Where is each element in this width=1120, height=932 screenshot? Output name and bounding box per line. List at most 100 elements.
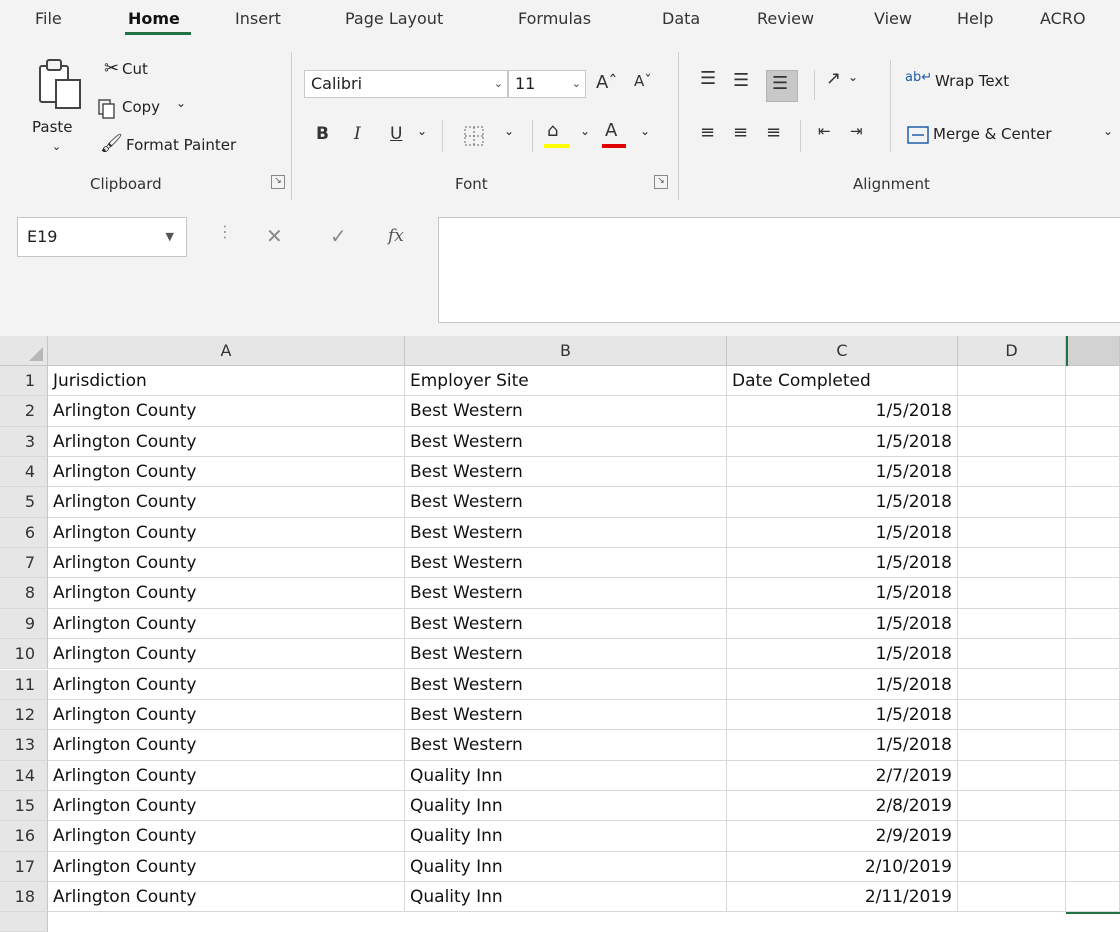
tab-formulas[interactable]: Formulas xyxy=(518,9,591,28)
cell-empty[interactable] xyxy=(958,639,1066,670)
cell-employer-site[interactable]: Best Western xyxy=(405,487,727,518)
cell-employer-site[interactable]: Quality Inn xyxy=(405,821,727,852)
cell-empty[interactable] xyxy=(1066,487,1120,518)
row-header[interactable]: 10 xyxy=(0,639,48,670)
column-header-e[interactable] xyxy=(1066,336,1120,366)
select-all-button[interactable] xyxy=(0,336,48,366)
cell-date-completed[interactable]: 1/5/2018 xyxy=(727,639,958,670)
cell-employer-site[interactable]: Best Western xyxy=(405,608,727,640)
cell-empty[interactable] xyxy=(958,608,1066,640)
borders-icon[interactable] xyxy=(464,126,484,146)
row-header[interactable]: 12 xyxy=(0,699,48,731)
cell-jurisdiction[interactable]: Arlington County xyxy=(48,426,405,458)
chevron-down-icon[interactable]: ⌄ xyxy=(640,124,650,138)
cell-jurisdiction[interactable]: Arlington County xyxy=(48,639,405,670)
cell-employer-site[interactable]: Best Western xyxy=(405,396,727,427)
row-header[interactable] xyxy=(0,912,48,932)
cell-jurisdiction[interactable]: Arlington County xyxy=(48,487,405,518)
row-header[interactable]: 14 xyxy=(0,760,48,791)
cell-empty[interactable] xyxy=(958,487,1066,518)
cell-employer-site[interactable]: Employer Site xyxy=(405,366,727,397)
column-header-d[interactable]: D xyxy=(958,336,1066,366)
cell-employer-site[interactable]: Quality Inn xyxy=(405,790,727,822)
cell-empty[interactable] xyxy=(958,396,1066,427)
cell-jurisdiction[interactable]: Arlington County xyxy=(48,548,405,579)
cell-empty[interactable] xyxy=(958,821,1066,852)
cell-jurisdiction[interactable]: Arlington County xyxy=(48,457,405,488)
cell-empty[interactable] xyxy=(1066,639,1120,670)
tab-file[interactable]: File xyxy=(35,9,62,28)
cell-empty[interactable] xyxy=(1066,821,1120,852)
cell-empty[interactable] xyxy=(1066,578,1120,609)
bottom-align-button[interactable]: ☰ xyxy=(766,70,798,102)
cell-date-completed[interactable]: 1/5/2018 xyxy=(727,396,958,427)
cell-empty[interactable] xyxy=(1066,426,1120,458)
chevron-down-icon[interactable]: ⌄ xyxy=(504,124,514,138)
cell-date-completed[interactable]: 1/5/2018 xyxy=(727,669,958,700)
cell-jurisdiction[interactable]: Arlington County xyxy=(48,821,405,852)
cancel-icon[interactable]: ✕ xyxy=(266,224,283,248)
bold-button[interactable]: B xyxy=(316,124,329,144)
cell-date-completed[interactable]: 2/9/2019 xyxy=(727,821,958,852)
cut-button[interactable]: Cut xyxy=(122,60,148,78)
underline-button[interactable]: U xyxy=(390,124,402,144)
cell-empty[interactable] xyxy=(958,760,1066,791)
cell-empty[interactable] xyxy=(1066,608,1120,640)
cell-empty[interactable] xyxy=(958,457,1066,488)
cell-jurisdiction[interactable]: Arlington County xyxy=(48,578,405,609)
format-painter-button[interactable]: Format Painter xyxy=(126,136,236,154)
cell-empty[interactable] xyxy=(958,426,1066,458)
tab-insert[interactable]: Insert xyxy=(235,9,281,28)
cell-empty[interactable] xyxy=(1066,366,1120,397)
cell-employer-site[interactable]: Best Western xyxy=(405,699,727,731)
cell-empty[interactable] xyxy=(958,881,1066,913)
decrease-indent-icon[interactable]: ⇤ xyxy=(818,122,831,140)
cell-date-completed[interactable]: 1/5/2018 xyxy=(727,730,958,761)
row-header[interactable]: 13 xyxy=(0,730,48,761)
row-header[interactable]: 16 xyxy=(0,821,48,852)
row-header[interactable]: 1 xyxy=(0,366,48,397)
cell-employer-site[interactable]: Best Western xyxy=(405,457,727,488)
increase-font-size-icon[interactable]: Aˆ xyxy=(596,72,617,93)
row-header[interactable]: 4 xyxy=(0,457,48,488)
row-header[interactable]: 5 xyxy=(0,487,48,518)
cell-employer-site[interactable]: Best Western xyxy=(405,548,727,579)
cell-employer-site[interactable]: Best Western xyxy=(405,639,727,670)
cell-jurisdiction[interactable]: Arlington County xyxy=(48,760,405,791)
row-header[interactable]: 6 xyxy=(0,517,48,549)
tab-page-layout[interactable]: Page Layout xyxy=(345,9,443,28)
chevron-down-icon[interactable]: ▼ xyxy=(166,218,174,256)
cell-employer-site[interactable]: Best Western xyxy=(405,730,727,761)
cell-date-completed[interactable]: 1/5/2018 xyxy=(727,517,958,549)
cell-date-completed[interactable]: 1/5/2018 xyxy=(727,487,958,518)
cell-empty[interactable] xyxy=(1066,669,1120,700)
cell-empty[interactable] xyxy=(1066,790,1120,822)
cell-jurisdiction[interactable]: Arlington County xyxy=(48,396,405,427)
row-header[interactable]: 11 xyxy=(0,669,48,700)
cell-empty[interactable] xyxy=(1066,881,1120,913)
cell-empty[interactable] xyxy=(958,578,1066,609)
cell-jurisdiction[interactable]: Arlington County xyxy=(48,881,405,913)
cell-employer-site[interactable]: Quality Inn xyxy=(405,881,727,913)
align-center-icon[interactable]: ≡ xyxy=(733,122,748,143)
cell-date-completed[interactable]: 1/5/2018 xyxy=(727,548,958,579)
cell-empty[interactable] xyxy=(1066,851,1120,882)
cell-jurisdiction[interactable]: Jurisdiction xyxy=(48,366,405,397)
cell-date-completed[interactable]: 1/5/2018 xyxy=(727,608,958,640)
cell-empty[interactable] xyxy=(958,669,1066,700)
tab-acrobat[interactable]: ACRO xyxy=(1040,9,1086,28)
copy-button[interactable]: Copy xyxy=(122,98,160,116)
font-family-combo[interactable]: Calibri ⌄ xyxy=(304,70,508,98)
chevron-down-icon[interactable]: ⌄ xyxy=(580,124,590,138)
column-header-a[interactable]: A xyxy=(48,336,405,366)
wrap-text-button[interactable]: Wrap Text xyxy=(935,72,1009,90)
cell-empty[interactable] xyxy=(1066,699,1120,731)
italic-button[interactable]: I xyxy=(354,124,361,144)
cell-empty[interactable] xyxy=(1066,760,1120,791)
row-header[interactable]: 2 xyxy=(0,396,48,427)
enter-check-icon[interactable]: ✓ xyxy=(330,224,347,248)
tab-data[interactable]: Data xyxy=(662,9,700,28)
cell-jurisdiction[interactable]: Arlington County xyxy=(48,851,405,882)
cell-empty[interactable] xyxy=(958,517,1066,549)
cell-empty[interactable] xyxy=(958,790,1066,822)
